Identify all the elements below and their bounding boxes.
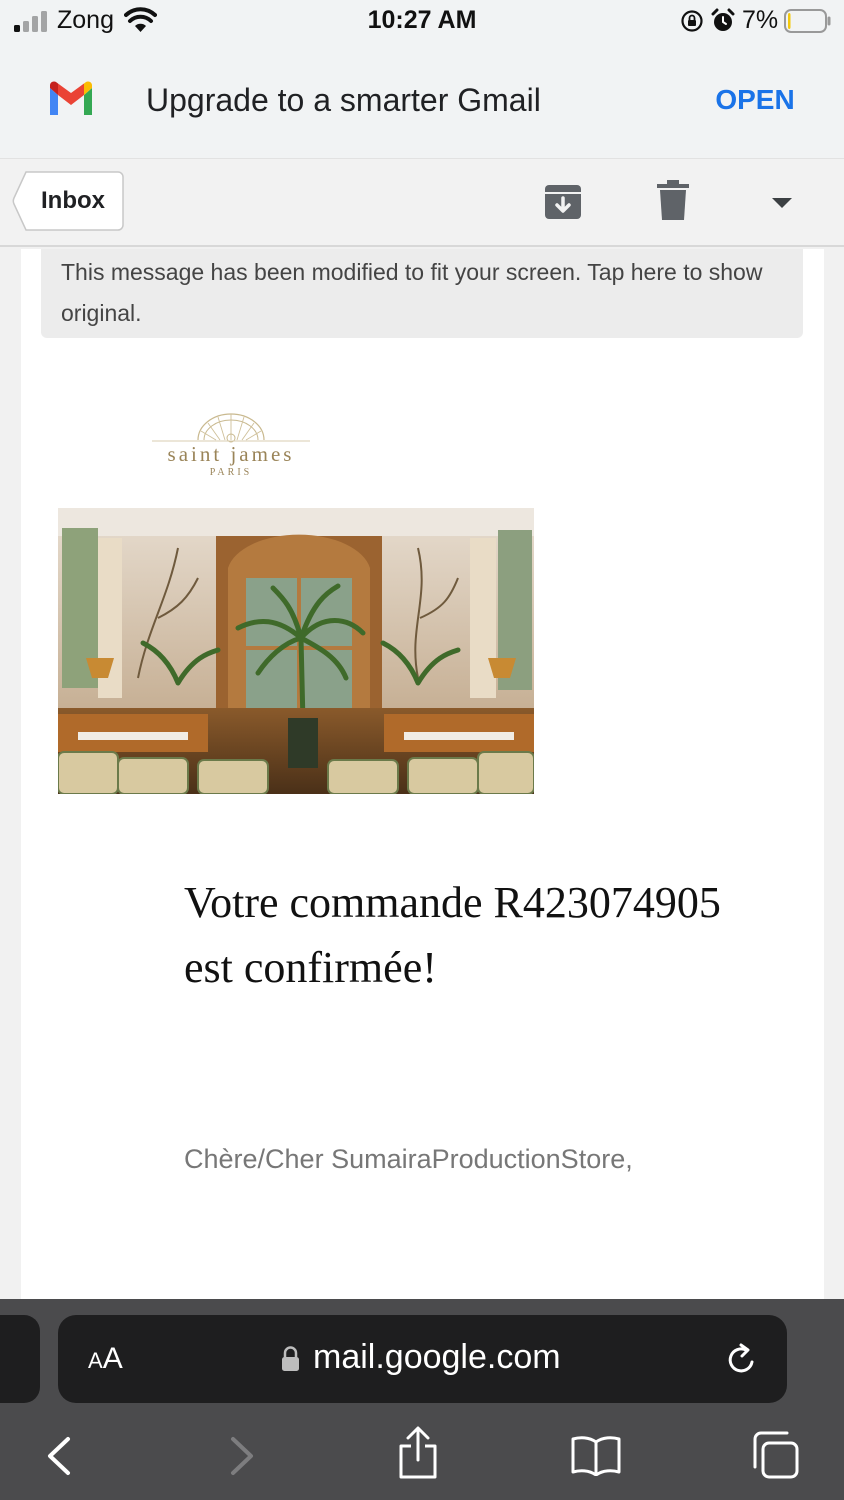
archive-icon[interactable] xyxy=(543,181,583,221)
show-original-notice[interactable]: This message has been modified to fit yo… xyxy=(41,249,803,338)
more-options-icon[interactable] xyxy=(770,196,794,210)
reload-icon[interactable] xyxy=(724,1342,760,1378)
tabs-icon[interactable] xyxy=(750,1430,800,1480)
text-size-button[interactable]: AA xyxy=(88,1342,123,1376)
lock-icon xyxy=(282,1346,299,1371)
order-confirmation-heading: Votre commande R423074905 est confirmée! xyxy=(184,878,721,992)
gmail-logo-icon xyxy=(50,81,92,115)
previous-tab-preview[interactable] xyxy=(0,1315,40,1403)
gmail-upgrade-banner: Upgrade to a smarter Gmail OPEN xyxy=(0,42,844,159)
brand-city: PARIS xyxy=(209,467,253,478)
status-bar: Zong 10:27 AM 7% xyxy=(0,0,844,42)
greeting-text: Chère/Cher SumairaProductionStore, xyxy=(184,1144,633,1174)
inbox-back-label: Inbox xyxy=(41,187,105,214)
inbox-back-button[interactable]: Inbox xyxy=(12,171,124,231)
open-app-button[interactable]: OPEN xyxy=(700,84,810,116)
rotation-lock-icon xyxy=(681,10,703,32)
bookmarks-icon[interactable] xyxy=(570,1434,622,1476)
share-icon[interactable] xyxy=(396,1426,440,1480)
aa-big-letter: A xyxy=(102,1342,123,1375)
email-toolbar: Inbox xyxy=(0,159,844,247)
restaurant-interior-image xyxy=(58,508,534,794)
trash-icon[interactable] xyxy=(657,180,689,220)
back-icon[interactable] xyxy=(44,1436,74,1476)
battery-percent: 7% xyxy=(742,6,779,34)
aa-small-letter: A xyxy=(88,1348,103,1373)
battery-icon xyxy=(784,9,831,33)
banner-title: Upgrade to a smarter Gmail xyxy=(146,82,541,118)
url-text[interactable]: mail.google.com xyxy=(313,1338,561,1377)
alarm-icon xyxy=(711,8,735,31)
forward-icon[interactable] xyxy=(227,1436,257,1476)
brand-name: saint james xyxy=(167,442,295,466)
